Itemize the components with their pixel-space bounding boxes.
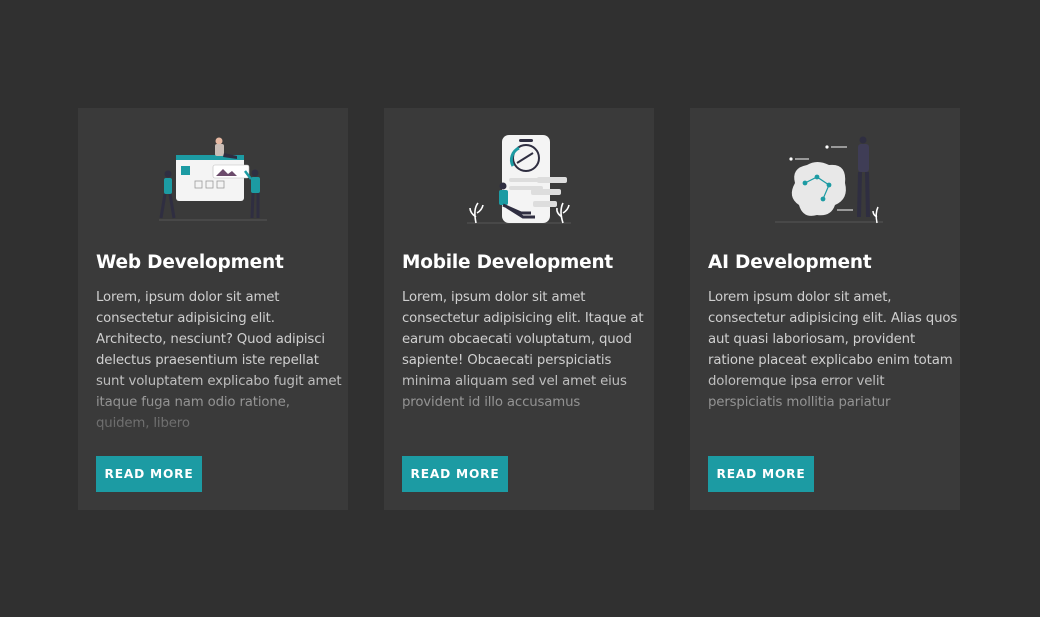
service-card-mobile: Mobile Development Lorem, ipsum dolor si… (384, 108, 654, 510)
read-more-button[interactable]: READ MORE (96, 456, 202, 492)
ai-development-illustration (690, 133, 960, 228)
read-more-button[interactable]: READ MORE (708, 456, 814, 492)
card-description: Lorem, ipsum dolor sit amet consectetur … (402, 290, 644, 410)
card-title: Mobile Development (402, 252, 614, 273)
card-description: Lorem ipsum dolor sit amet, consectetur … (708, 290, 958, 410)
card-title: Web Development (96, 252, 284, 273)
service-card-ai: AI Development Lorem ipsum dolor sit ame… (690, 108, 960, 510)
read-more-button[interactable]: READ MORE (402, 456, 508, 492)
card-title: AI Development (708, 252, 872, 273)
mobile-development-illustration (384, 133, 654, 228)
web-development-illustration (78, 133, 348, 228)
card-description: Lorem, ipsum dolor sit amet consectetur … (96, 290, 342, 431)
service-card-web: Web Development Lorem, ipsum dolor sit a… (78, 108, 348, 510)
